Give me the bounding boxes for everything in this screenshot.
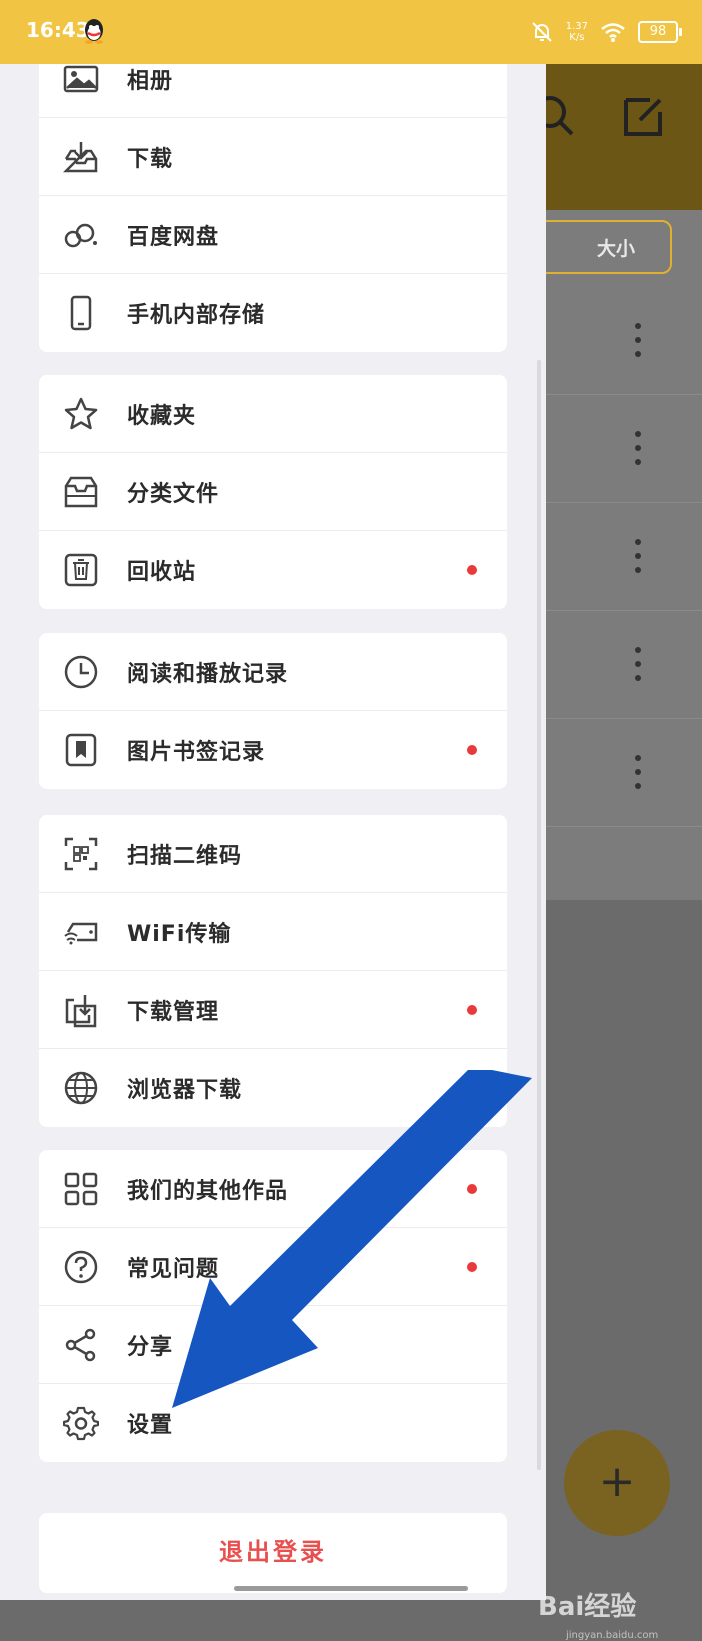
star-icon: [64, 397, 98, 430]
download-tray-icon: [63, 142, 98, 173]
new-badge-dot: [467, 745, 477, 755]
speed-value: 1.37: [565, 21, 588, 32]
wifi-transfer-icon: [64, 922, 98, 945]
drawer-item-label: 回收站: [127, 560, 197, 585]
more-options-icon[interactable]: [634, 322, 642, 358]
drawer-item-label: 下载: [127, 146, 174, 172]
drawer-item-download-manager[interactable]: 下载管理: [39, 971, 507, 1049]
more-options-icon[interactable]: [634, 430, 642, 466]
home-indicator[interactable]: [234, 1586, 468, 1591]
download-manage-icon: [65, 995, 97, 1028]
drawer-group-files: 收藏夹 分类文件 回收站: [39, 375, 507, 609]
drawer-item-label: 分类文件: [127, 481, 220, 507]
watermark-url: jingyan.baidu.com: [566, 1630, 659, 1641]
drawer-item-label: 阅读和播放记录: [127, 661, 289, 687]
status-time: 16:43: [26, 18, 90, 42]
drawer-item-label: 图片书签记录: [127, 740, 266, 765]
drawer-item-label: 手机内部存储: [127, 303, 266, 328]
grid-apps-icon: [64, 1172, 98, 1206]
edit-icon[interactable]: [620, 92, 668, 140]
status-indicators: 1.37 K/s 98: [530, 14, 682, 50]
inbox-icon: [64, 476, 98, 508]
drawer-item-read-play-history[interactable]: 阅读和播放记录: [39, 633, 507, 711]
drawer-item-label: 收藏夹: [127, 403, 197, 429]
more-options-icon[interactable]: [634, 646, 642, 682]
logout-button[interactable]: 退出登录: [39, 1513, 507, 1593]
baidu-netdisk-icon: [64, 223, 97, 248]
add-fab-button[interactable]: +: [564, 1430, 670, 1536]
more-options-icon[interactable]: [634, 538, 642, 574]
qr-scan-icon: [64, 837, 98, 871]
status-bar: 16:43 1.37 K/s 98: [0, 0, 702, 64]
drawer-item-download[interactable]: 下载: [39, 118, 507, 196]
qq-notification-icon: [85, 19, 103, 44]
drawer-group-history: 阅读和播放记录 图片书签记录: [39, 633, 507, 789]
drawer-item-recycle-bin[interactable]: 回收站: [39, 531, 507, 609]
drawer-item-categories[interactable]: 分类文件: [39, 453, 507, 531]
new-badge-dot: [467, 565, 477, 575]
drawer-item-label: 分享: [127, 1334, 174, 1360]
trash-icon: [64, 553, 98, 587]
drawer-item-scan-qr[interactable]: 扫描二维码: [39, 815, 507, 893]
phone-storage-icon: [70, 295, 92, 331]
drawer-item-label: WiFi传输: [127, 921, 232, 947]
network-speed: 1.37 K/s: [566, 21, 588, 43]
drawer-item-wifi-transfer[interactable]: WiFi传输: [39, 893, 507, 971]
drawer-item-favorites[interactable]: 收藏夹: [39, 375, 507, 453]
drawer-item-label: 下载管理: [127, 999, 220, 1025]
globe-icon: [64, 1071, 98, 1105]
share-icon: [65, 1328, 96, 1362]
annotation-arrow: [172, 1070, 532, 1408]
clock-icon: [64, 655, 98, 689]
drawer-item-label: 相册: [127, 68, 174, 94]
mute-bell-icon: [532, 22, 552, 42]
battery-indicator: 98: [638, 21, 682, 43]
speed-unit: K/s: [569, 32, 585, 43]
question-icon: [64, 1250, 98, 1284]
drawer-item-label: 百度网盘: [127, 224, 220, 250]
baidu-jingyan-watermark: Bai经验: [538, 1592, 637, 1622]
drawer-group-storage: 相册 下载 百度网盘 手机内部存储: [39, 40, 507, 352]
gear-icon: [63, 1406, 99, 1441]
wifi-icon: [601, 23, 625, 42]
drawer-item-label: 设置: [127, 1413, 174, 1438]
bookmark-icon: [65, 733, 97, 767]
photo-album-icon: [63, 65, 99, 93]
drawer-item-label: 扫描二维码: [127, 843, 243, 869]
new-badge-dot: [467, 1004, 477, 1015]
more-options-icon[interactable]: [634, 754, 642, 790]
drawer-item-baidu-netdisk[interactable]: 百度网盘: [39, 196, 507, 274]
drawer-item-image-bookmarks[interactable]: 图片书签记录: [39, 711, 507, 789]
drawer-item-phone-storage[interactable]: 手机内部存储: [39, 274, 507, 352]
